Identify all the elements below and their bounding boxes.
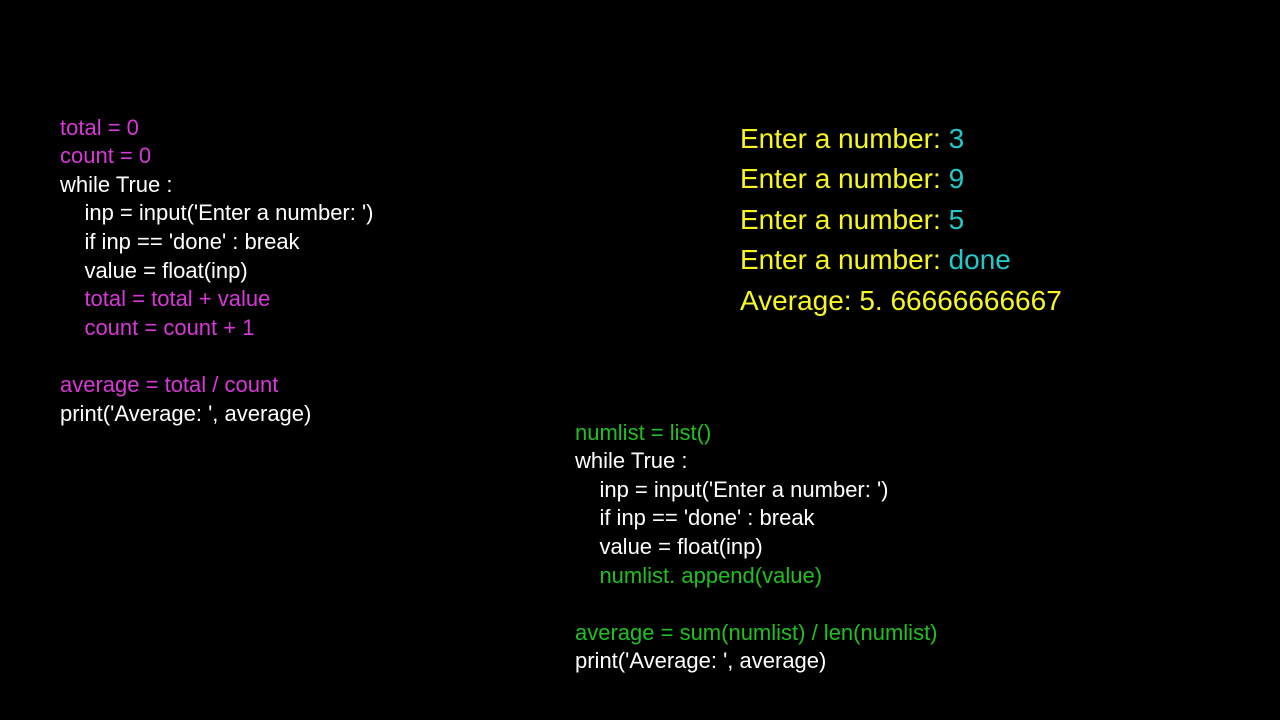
code-line: value = float(inp) — [60, 258, 248, 283]
output-prompt: Enter a number: — [740, 123, 949, 154]
code-line: average = total / count — [60, 372, 278, 397]
code-line: while True : — [60, 172, 173, 197]
output-avg-value: 5. 66666666667 — [859, 285, 1061, 316]
output-prompt: Enter a number: — [740, 163, 949, 194]
code-line: value = float(inp) — [575, 534, 763, 559]
code-line: if inp == 'done' : break — [60, 229, 300, 254]
output-line: Average: 5. 66666666667 — [740, 285, 1062, 316]
code-line: inp = input('Enter a number: ') — [575, 477, 889, 502]
code-block-right: numlist = list() while True : inp = inpu… — [575, 390, 938, 705]
output-value: 9 — [949, 163, 965, 194]
output-line: Enter a number: 5 — [740, 204, 964, 235]
code-line: print('Average: ', average) — [60, 401, 311, 426]
code-line: total = total + value — [60, 286, 270, 311]
code-line: numlist = list() — [575, 420, 711, 445]
code-line: total = 0 — [60, 115, 139, 140]
code-line: while True : — [575, 448, 688, 473]
output-prompt: Enter a number: — [740, 244, 949, 275]
output-prompt: Enter a number: — [740, 204, 949, 235]
slide: total = 0 count = 0 while True : inp = i… — [0, 0, 1280, 720]
program-output: Enter a number: 3 Enter a number: 9 Ente… — [740, 78, 1062, 362]
code-block-left: total = 0 count = 0 while True : inp = i… — [60, 85, 374, 457]
output-line: Enter a number: 3 — [740, 123, 964, 154]
code-line: count = 0 — [60, 143, 151, 168]
output-value: done — [949, 244, 1011, 275]
output-line: Enter a number: 9 — [740, 163, 964, 194]
output-line: Enter a number: done — [740, 244, 1011, 275]
code-line: print('Average: ', average) — [575, 648, 826, 673]
code-line: numlist. append(value) — [575, 563, 822, 588]
output-value: 3 — [949, 123, 965, 154]
output-avg-label: Average: — [740, 285, 859, 316]
code-line: average = sum(numlist) / len(numlist) — [575, 620, 938, 645]
output-value: 5 — [949, 204, 965, 235]
code-line: count = count + 1 — [60, 315, 254, 340]
code-line: inp = input('Enter a number: ') — [60, 200, 374, 225]
code-line: if inp == 'done' : break — [575, 505, 815, 530]
